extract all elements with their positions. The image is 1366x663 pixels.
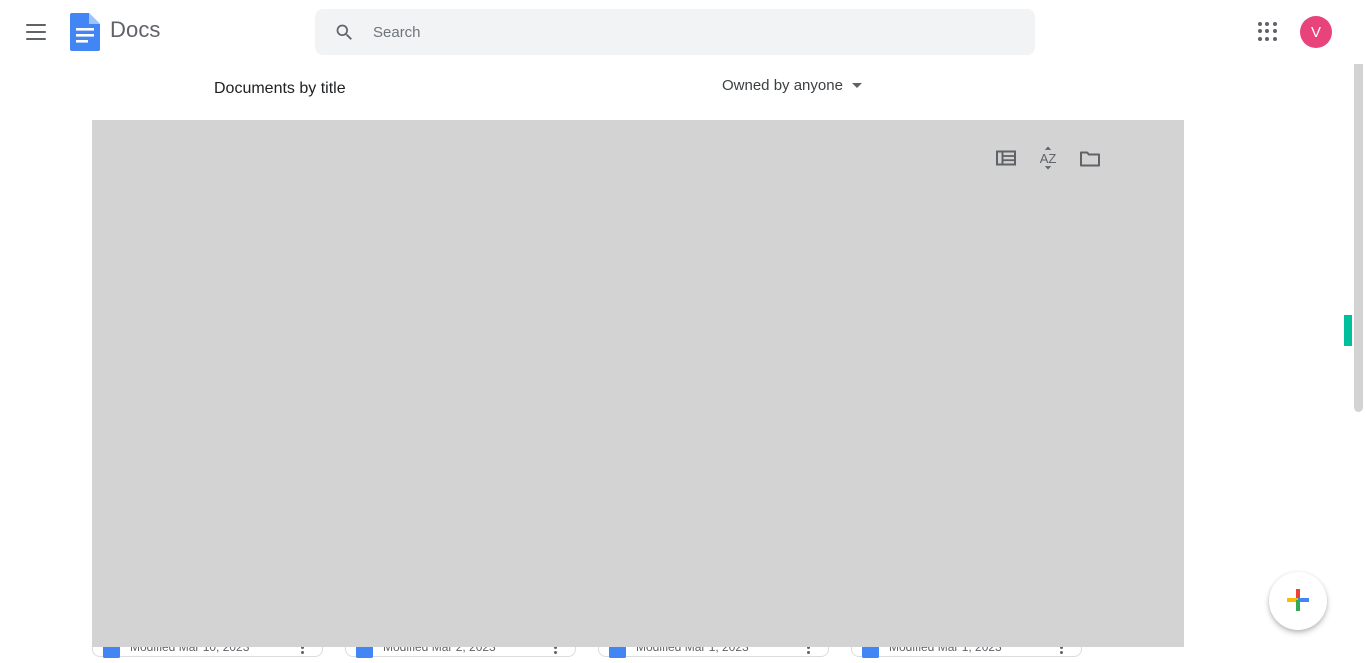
- hamburger-menu-icon[interactable]: [20, 16, 52, 48]
- sort-az-icon[interactable]: AZ: [1030, 140, 1066, 176]
- content-loading-overlay: [92, 120, 1184, 647]
- apps-grid-icon[interactable]: [1254, 18, 1282, 46]
- apps-grid-dot: [1258, 36, 1262, 41]
- hamburger-bar: [26, 24, 46, 26]
- hamburger-bar: [26, 31, 46, 33]
- search-icon: [333, 21, 355, 43]
- owner-filter-label: Owned by anyone: [722, 77, 843, 94]
- menu-dot: [1059, 650, 1063, 654]
- svg-text:AZ: AZ: [1040, 151, 1057, 166]
- menu-dot: [300, 650, 304, 654]
- apps-grid-dot: [1258, 22, 1262, 26]
- chevron-down-icon: [851, 83, 862, 88]
- menu-dot: [553, 650, 557, 654]
- edge-progress-marker: [1344, 315, 1352, 346]
- search-input[interactable]: [373, 9, 1035, 55]
- list-view-icon[interactable]: [988, 140, 1024, 176]
- folder-icon[interactable]: [1072, 140, 1108, 176]
- documents-toolbar: Documents by title Owned by anyone AZ: [0, 64, 1366, 170]
- vertical-scrollbar-thumb[interactable]: [1354, 4, 1363, 412]
- owner-filter-dropdown[interactable]: Owned by anyone: [722, 77, 862, 94]
- search-bar[interactable]: [315, 9, 1035, 55]
- product-name[interactable]: Docs: [110, 17, 161, 43]
- menu-dot: [806, 650, 810, 654]
- apps-grid-dot: [1272, 29, 1277, 34]
- avatar[interactable]: V: [1300, 16, 1332, 48]
- apps-grid-dot: [1265, 22, 1270, 26]
- google-docs-logo-icon[interactable]: [70, 13, 100, 51]
- apps-grid-dot: [1258, 29, 1262, 34]
- page-title: Documents by title: [214, 80, 346, 97]
- hamburger-bar: [26, 38, 46, 40]
- apps-grid-dot: [1272, 36, 1277, 41]
- apps-grid-dot: [1265, 29, 1270, 34]
- apps-grid-dot: [1272, 22, 1277, 26]
- create-document-fab[interactable]: [1269, 572, 1327, 630]
- apps-grid-dot: [1265, 36, 1270, 41]
- app-header: Docs V: [0, 0, 1366, 64]
- google-plus-create-icon: [1285, 587, 1311, 616]
